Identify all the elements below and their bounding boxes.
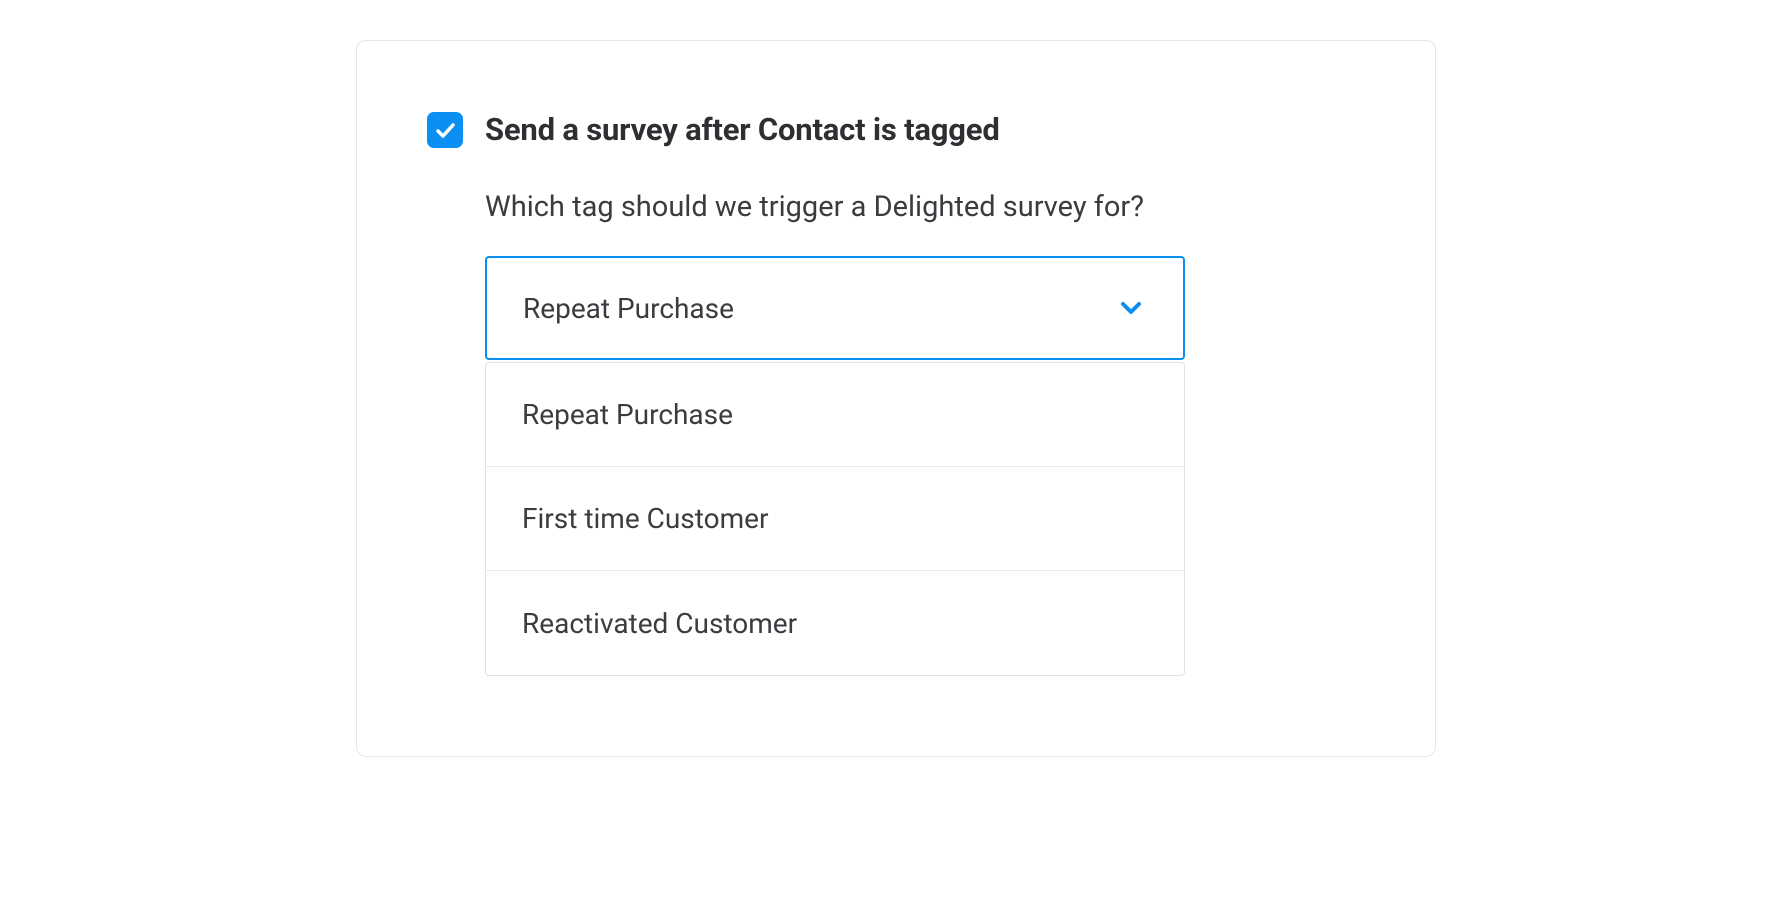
tag-option-label: Reactivated Customer — [522, 607, 797, 640]
tag-option[interactable]: Reactivated Customer — [486, 571, 1184, 675]
tag-option[interactable]: First time Customer — [486, 467, 1184, 571]
tag-question-label: Which tag should we trigger a Delighted … — [485, 190, 1365, 224]
trigger-header-row: Send a survey after Contact is tagged — [427, 111, 1365, 148]
tag-option[interactable]: Repeat Purchase — [486, 363, 1184, 467]
send-survey-checkbox[interactable] — [427, 112, 463, 148]
tag-dropdown-button[interactable]: Repeat Purchase — [485, 256, 1185, 360]
settings-card: Send a survey after Contact is tagged Wh… — [356, 40, 1436, 757]
check-icon — [433, 118, 457, 142]
trigger-config-block: Which tag should we trigger a Delighted … — [427, 190, 1365, 676]
chevron-down-icon — [1115, 292, 1147, 324]
trigger-heading: Send a survey after Contact is tagged — [485, 111, 1000, 148]
tag-option-label: Repeat Purchase — [522, 398, 733, 431]
tag-dropdown-list: Repeat Purchase First time Customer Reac… — [485, 362, 1185, 676]
tag-option-label: First time Customer — [522, 502, 769, 535]
tag-dropdown-selected: Repeat Purchase — [523, 292, 734, 325]
tag-dropdown: Repeat Purchase Repeat Purchase First ti… — [485, 256, 1185, 676]
